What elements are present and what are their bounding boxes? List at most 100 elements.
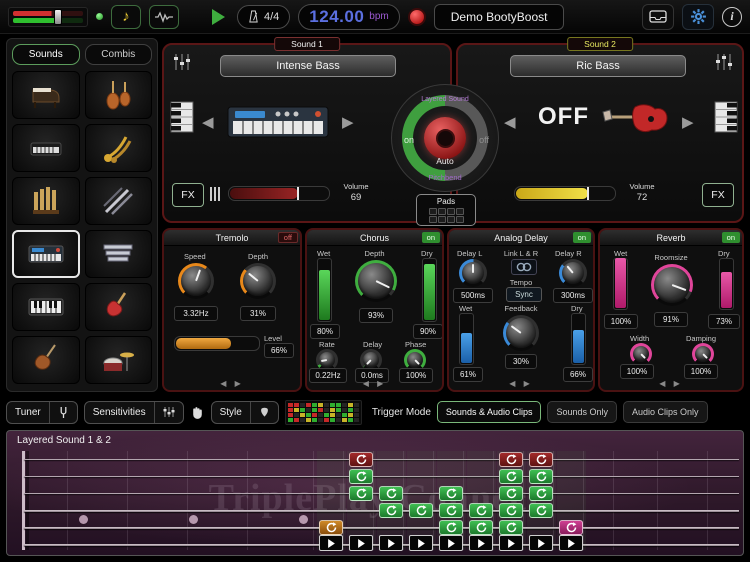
- time-signature-control[interactable]: 4/4: [237, 4, 291, 29]
- audio-clip-green[interactable]: [529, 486, 553, 501]
- clip-play-button[interactable]: [319, 535, 343, 551]
- audio-clip-green[interactable]: [409, 503, 433, 518]
- audio-clip-green[interactable]: [469, 503, 493, 518]
- sound1-synth-image[interactable]: [222, 97, 334, 145]
- tuner-button[interactable]: Tuner: [6, 400, 78, 424]
- chorus-state-toggle[interactable]: on: [421, 232, 440, 243]
- audio-clip-green[interactable]: [349, 486, 373, 501]
- audio-clip-orange[interactable]: [319, 520, 343, 535]
- fx-pager[interactable]: ◀ ▶: [600, 379, 742, 388]
- damping-knob[interactable]: [692, 343, 714, 365]
- roomsize-knob[interactable]: [651, 264, 693, 306]
- preset-selector[interactable]: Demo BootyBoost: [433, 3, 565, 30]
- audio-clip-green[interactable]: [379, 486, 403, 501]
- clip-play-button[interactable]: [559, 535, 583, 551]
- audio-clip-green[interactable]: [469, 520, 493, 535]
- wet-fader[interactable]: [613, 258, 628, 310]
- audio-clip-red[interactable]: [529, 452, 553, 467]
- mode-audio-clips-only[interactable]: Audio Clips Only: [623, 401, 708, 423]
- wet-fader[interactable]: [317, 258, 332, 322]
- tremolo-state-toggle[interactable]: off: [277, 232, 298, 243]
- wet-fader[interactable]: [459, 313, 474, 365]
- speed-knob[interactable]: [178, 263, 214, 299]
- tempo-display[interactable]: 124.00 bpm: [298, 3, 400, 30]
- instrument-drums[interactable]: [84, 336, 152, 384]
- clip-play-button[interactable]: [379, 535, 403, 551]
- audio-clip-green[interactable]: [529, 469, 553, 484]
- link-toggle[interactable]: [511, 259, 537, 275]
- analog-delay-state-toggle[interactable]: on: [572, 232, 591, 243]
- depth-knob[interactable]: [355, 260, 397, 302]
- fx-pager[interactable]: ◀ ▶: [164, 379, 300, 388]
- sound2-guitar-image[interactable]: [600, 97, 672, 141]
- hand-mute-icon[interactable]: [190, 405, 205, 420]
- tab-sounds[interactable]: Sounds: [12, 44, 80, 65]
- depth-knob[interactable]: [240, 263, 276, 299]
- dry-fader[interactable]: [422, 258, 437, 322]
- sound1-volume-slider[interactable]: [228, 186, 330, 201]
- audio-clip-green[interactable]: [529, 503, 553, 518]
- sound1-prev-arrow[interactable]: ◀: [202, 115, 214, 130]
- audio-clip-green[interactable]: [379, 503, 403, 518]
- settings-button[interactable]: [682, 3, 714, 30]
- audio-clip-green[interactable]: [349, 469, 373, 484]
- tab-combis[interactable]: Combis: [84, 44, 152, 65]
- feedback-knob[interactable]: [503, 315, 539, 351]
- instrument-grand-piano[interactable]: [12, 71, 80, 119]
- pads-button[interactable]: Pads: [416, 194, 476, 226]
- instrument-bass-guitar[interactable]: [12, 336, 80, 384]
- clip-play-button[interactable]: [499, 535, 523, 551]
- record-button[interactable]: [407, 7, 426, 26]
- instrument-electric-piano[interactable]: [12, 124, 80, 172]
- keyboard-drawer-button[interactable]: [642, 3, 674, 30]
- sensitivities-button[interactable]: Sensitivities: [83, 400, 184, 424]
- dry-fader[interactable]: [571, 313, 586, 365]
- mixer-faders-icon[interactable]: [172, 53, 192, 71]
- mode-sounds-and-audio-clips[interactable]: Sounds & Audio Clips: [436, 401, 542, 423]
- audio-clip-green[interactable]: [499, 486, 523, 501]
- audio-clip-green[interactable]: [439, 503, 463, 518]
- sound1-fx-button[interactable]: FX: [172, 183, 204, 207]
- layer-mix-knob[interactable]: [424, 117, 466, 159]
- instrument-electric-guitar[interactable]: [84, 283, 152, 331]
- instrument-mallets[interactable]: [84, 230, 152, 278]
- sound1-name-button[interactable]: Intense Bass: [220, 55, 396, 77]
- layered-sound-control[interactable]: Layered Sound on off Auto Pitchbend: [391, 84, 499, 192]
- instrument-brass[interactable]: [84, 124, 152, 172]
- dry-fader[interactable]: [719, 258, 734, 310]
- instrument-woodwinds[interactable]: [84, 177, 152, 225]
- sound2-volume-slider[interactable]: [514, 186, 616, 201]
- piano-range-icon[interactable]: [714, 101, 738, 133]
- play-button[interactable]: [207, 5, 229, 29]
- instrument-organ[interactable]: [12, 177, 80, 225]
- clip-play-button[interactable]: [349, 535, 373, 551]
- audio-clip-red[interactable]: [499, 452, 523, 467]
- tempo-sync-button[interactable]: Sync: [506, 287, 542, 302]
- instrument-keyboard[interactable]: [12, 283, 80, 331]
- mode-sounds-only[interactable]: Sounds Only: [547, 401, 618, 423]
- fx-pager[interactable]: ◀ ▶: [307, 379, 442, 388]
- instrument-strings[interactable]: [84, 71, 152, 119]
- audio-clip-green[interactable]: [439, 486, 463, 501]
- clip-play-button[interactable]: [409, 535, 433, 551]
- sounds-mode-button[interactable]: ♪: [111, 4, 141, 29]
- audio-clip-green[interactable]: [499, 469, 523, 484]
- style-button[interactable]: Style: [210, 400, 279, 424]
- audio-clip-pink[interactable]: [559, 520, 583, 535]
- audio-clips-mode-button[interactable]: [149, 4, 179, 29]
- fretboard[interactable]: Layered Sound 1 & 2 TriplePlay Connect: [6, 430, 744, 556]
- sound1-next-arrow[interactable]: ▶: [342, 115, 354, 130]
- level-slider[interactable]: [174, 336, 260, 351]
- sound2-prev-arrow[interactable]: ◀: [504, 115, 516, 130]
- level-slider-handle[interactable]: [54, 8, 63, 25]
- clip-play-button[interactable]: [469, 535, 493, 551]
- sound2-next-arrow[interactable]: ▶: [682, 115, 694, 130]
- audio-clip-green[interactable]: [499, 520, 523, 535]
- info-button[interactable]: i: [722, 6, 742, 27]
- sound2-fx-button[interactable]: FX: [702, 183, 734, 207]
- sound2-name-button[interactable]: Ric Bass: [510, 55, 686, 77]
- fx-pager[interactable]: ◀ ▶: [449, 379, 593, 388]
- mixer-faders-icon[interactable]: [714, 53, 734, 71]
- audio-clip-green[interactable]: [439, 520, 463, 535]
- clip-play-button[interactable]: [529, 535, 553, 551]
